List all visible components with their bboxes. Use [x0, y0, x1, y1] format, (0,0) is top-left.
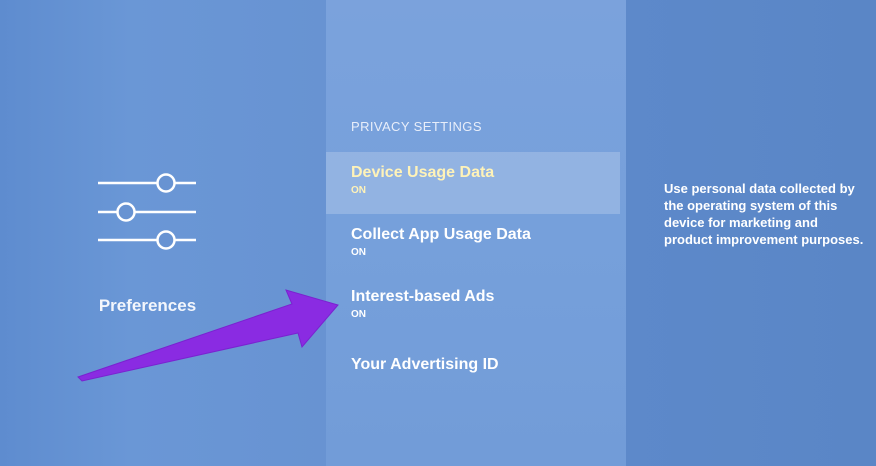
section-header: PRIVACY SETTINGS [351, 119, 482, 134]
privacy-settings-menu: PRIVACY SETTINGS Device Usage Data ON Co… [326, 0, 626, 466]
sliders-icon [98, 173, 196, 250]
menu-item-label: Interest-based Ads [351, 288, 495, 305]
menu-item-status: ON [351, 185, 366, 196]
menu-item-label: Device Usage Data [351, 164, 495, 181]
menu-item-collect-app-usage-data[interactable]: Collect App Usage Data ON [326, 214, 620, 276]
menu-item-status: ON [351, 309, 366, 320]
menu-item-interest-based-ads[interactable]: Interest-based Ads ON [326, 276, 620, 338]
menu-item-label: Your Advertising ID [351, 356, 499, 373]
menu-item-your-advertising-id[interactable]: Your Advertising ID [326, 344, 620, 406]
left-pane: Preferences [0, 0, 326, 466]
preferences-title: Preferences [98, 296, 197, 315]
menu-item-device-usage-data[interactable]: Device Usage Data ON [326, 152, 620, 214]
menu-item-status: ON [351, 247, 366, 258]
setting-description: Use personal data collected by the opera… [664, 181, 864, 247]
description-pane: Use personal data collected by the opera… [626, 0, 876, 466]
menu-item-label: Collect App Usage Data [351, 226, 531, 243]
